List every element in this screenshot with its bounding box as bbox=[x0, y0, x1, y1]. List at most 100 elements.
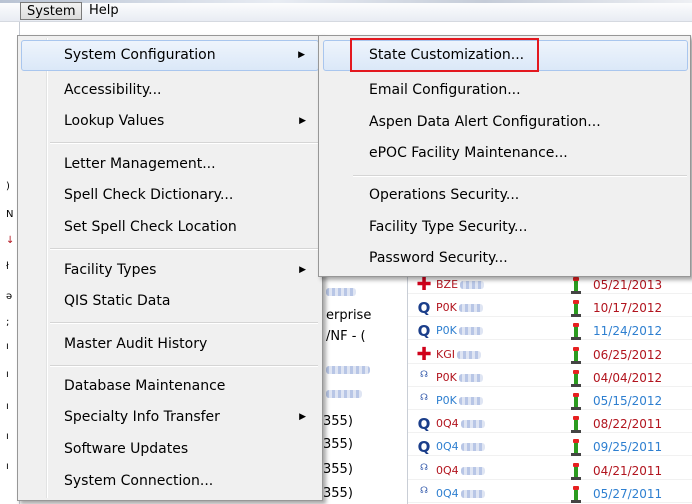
background-glyph: ǝ bbox=[6, 291, 13, 302]
menu-item-label: Email Configuration... bbox=[369, 82, 521, 98]
survey-date: 06/25/2012 bbox=[593, 347, 663, 362]
facility-code: 0Q4 bbox=[436, 417, 485, 431]
survey-date: 08/22/2011 bbox=[593, 417, 663, 432]
menu-item-label: Facility Type Security... bbox=[369, 219, 528, 235]
facility-code: 0Q4 bbox=[436, 440, 485, 454]
menu-item-master-audit-history[interactable]: Master Audit History bbox=[21, 329, 319, 360]
status-flag-icon bbox=[571, 439, 581, 457]
menu-item-database-maintenance[interactable]: Database Maintenance bbox=[21, 371, 319, 402]
facility-code: P0K bbox=[436, 301, 483, 315]
menu-item-label: System Configuration bbox=[64, 47, 216, 63]
table-row[interactable]: Q 0Q4 09/25/2011 bbox=[408, 438, 692, 457]
bsc-icon: ☊ bbox=[420, 369, 428, 380]
background-glyph: ı bbox=[6, 401, 9, 412]
menu-item-set-spell-check-location[interactable]: Set Spell Check Location bbox=[21, 212, 319, 243]
plus-icon: ✚ bbox=[416, 343, 432, 365]
menu-item-label: Set Spell Check Location bbox=[64, 219, 237, 235]
menu-item-letter-management[interactable]: Letter Management... bbox=[21, 149, 319, 180]
plus-icon: ✚ bbox=[416, 274, 432, 295]
survey-date: 04/04/2012 bbox=[593, 370, 663, 385]
status-flag-icon bbox=[571, 300, 581, 318]
background-text bbox=[326, 362, 370, 377]
menu-separator bbox=[353, 175, 687, 177]
background-text: 355) bbox=[323, 486, 353, 501]
menu-item-system-configuration[interactable]: System Configuration ▶ bbox=[21, 40, 319, 71]
menu-item-aspen-data-alert-configuration[interactable]: Aspen Data Alert Configuration... bbox=[323, 107, 688, 138]
facility-code: 0Q4 bbox=[436, 487, 485, 501]
table-row[interactable]: ✚ BZE 05/21/2013 bbox=[408, 276, 692, 294]
menu-item-qis-static-data[interactable]: QIS Static Data bbox=[21, 286, 319, 317]
menu-item-label: Master Audit History bbox=[64, 336, 208, 352]
menu-item-label: Specialty Info Transfer bbox=[64, 409, 220, 425]
q-icon: Q bbox=[417, 415, 431, 434]
background-text: 355) bbox=[323, 462, 353, 477]
menu-item-facility-types[interactable]: Facility Types ▶ bbox=[21, 255, 319, 286]
submenu-arrow-icon: ▶ bbox=[298, 50, 305, 60]
survey-date: 05/21/2013 bbox=[593, 278, 663, 292]
menu-item-system-connection[interactable]: System Connection... bbox=[21, 466, 319, 497]
menu-item-software-updates[interactable]: Software Updates bbox=[21, 434, 319, 465]
menu-item-label: ePOC Facility Maintenance... bbox=[369, 145, 568, 161]
background-glyph: ı bbox=[6, 341, 9, 352]
menu-item-password-security[interactable]: Password Security... bbox=[323, 243, 688, 274]
menu-item-label: Letter Management... bbox=[64, 156, 216, 172]
status-flag-icon bbox=[571, 462, 581, 480]
background-glyph: ı bbox=[6, 461, 9, 472]
menu-separator bbox=[50, 248, 318, 250]
menu-item-facility-type-security[interactable]: Facility Type Security... bbox=[323, 212, 688, 243]
bsc-icon: ☊ bbox=[420, 462, 428, 473]
menu-bar: System Help bbox=[0, 0, 692, 22]
status-flag-icon bbox=[571, 323, 581, 341]
menu-item-lookup-values[interactable]: Lookup Values ▶ bbox=[21, 106, 319, 137]
menu-item-operations-security[interactable]: Operations Security... bbox=[323, 180, 688, 211]
q-icon: Q bbox=[417, 299, 431, 318]
menu-item-label: Facility Types bbox=[64, 262, 157, 278]
background-glyph: ↓ bbox=[6, 235, 15, 246]
menu-item-email-configuration[interactable]: Email Configuration... bbox=[323, 75, 688, 106]
survey-date: 10/17/2012 bbox=[593, 301, 663, 316]
status-flag-icon bbox=[571, 346, 581, 364]
menu-item-label: System Connection... bbox=[64, 473, 214, 489]
survey-date: 09/25/2011 bbox=[593, 440, 663, 455]
q-icon: Q bbox=[417, 322, 431, 341]
background-glyph: ı bbox=[6, 369, 9, 380]
table-row[interactable]: ☊ P0K 05/15/2012 bbox=[408, 392, 692, 410]
menu-item-label: QIS Static Data bbox=[64, 293, 171, 309]
table-row[interactable]: ☊ P0K 04/04/2012 bbox=[408, 369, 692, 387]
table-row[interactable]: Q P0K 10/17/2012 bbox=[408, 299, 692, 318]
menu-item-label: Aspen Data Alert Configuration... bbox=[369, 114, 601, 130]
background-glyph: ) bbox=[6, 181, 10, 192]
menu-item-spell-check-dictionary[interactable]: Spell Check Dictionary... bbox=[21, 180, 319, 211]
status-flag-icon bbox=[571, 277, 581, 294]
menu-item-label: Password Security... bbox=[369, 250, 508, 266]
status-flag-icon bbox=[571, 416, 581, 434]
menu-help[interactable]: Help bbox=[83, 2, 125, 20]
table-row[interactable]: ☊ 0Q4 04/21/2011 bbox=[408, 462, 692, 480]
survey-date: 05/27/2011 bbox=[593, 486, 663, 501]
submenu-arrow-icon: ▶ bbox=[299, 265, 306, 275]
menu-system[interactable]: System bbox=[20, 2, 83, 20]
table-row[interactable]: Q P0K 11/24/2012 bbox=[408, 322, 692, 341]
background-text bbox=[326, 284, 356, 299]
background-text bbox=[326, 386, 362, 401]
bsc-icon: ☊ bbox=[420, 393, 428, 403]
menu-separator bbox=[50, 142, 318, 144]
menu-item-accessibility[interactable]: Accessibility... bbox=[21, 75, 319, 106]
background-glyph: N bbox=[6, 209, 14, 220]
table-row[interactable]: ✚ KGI 06/25/2012 bbox=[408, 343, 692, 365]
menu-item-specialty-info-transfer[interactable]: Specialty Info Transfer ▶ bbox=[21, 402, 319, 433]
menu-item-label: Operations Security... bbox=[369, 187, 520, 203]
menu-item-epoc-facility-maintenance[interactable]: ePOC Facility Maintenance... bbox=[323, 138, 688, 169]
background-glyph: ; bbox=[6, 317, 10, 328]
system-menu-dropdown: System Configuration ▶ Accessibility... … bbox=[17, 35, 323, 501]
table-row[interactable]: ☊ 0Q4 05/27/2011 bbox=[408, 485, 692, 503]
menu-separator bbox=[50, 365, 318, 367]
status-flag-icon bbox=[571, 393, 581, 410]
table-row[interactable]: Q 0Q4 08/22/2011 bbox=[408, 415, 692, 434]
bsc-icon: ☊ bbox=[420, 485, 428, 496]
facility-code: P0K bbox=[436, 324, 483, 338]
menu-item-label: Accessibility... bbox=[64, 82, 162, 98]
background-text: /NF - ( bbox=[326, 329, 366, 344]
background-text: 355) bbox=[323, 414, 353, 429]
menu-separator bbox=[50, 322, 318, 324]
